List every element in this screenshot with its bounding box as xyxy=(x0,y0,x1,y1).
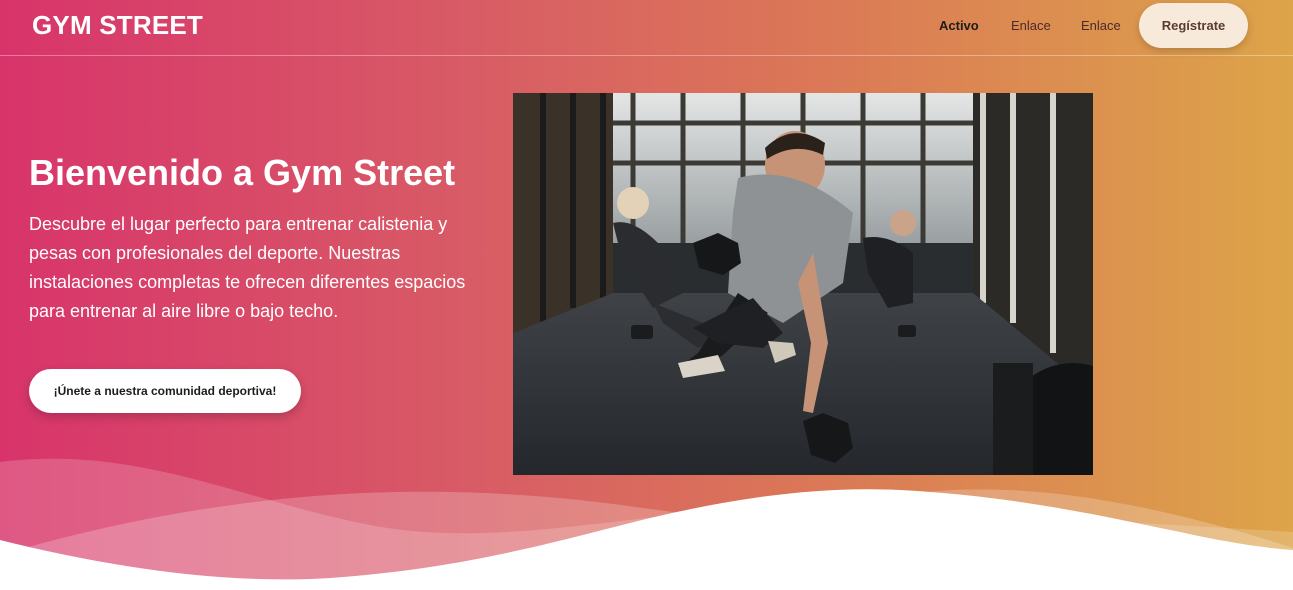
wave-divider xyxy=(0,458,1293,590)
hero-section: GYM STREET Activo Enlace Enlace Regístra… xyxy=(0,0,1293,590)
